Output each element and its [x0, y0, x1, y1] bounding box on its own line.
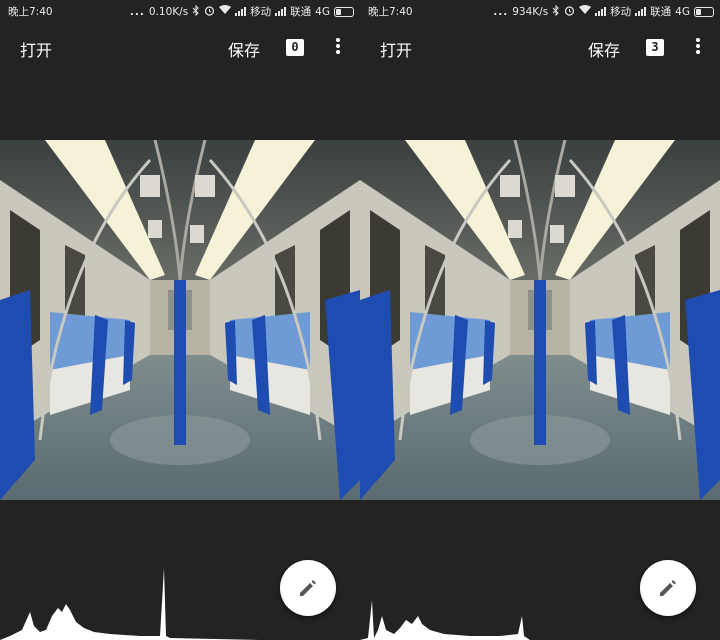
edit-count-badge[interactable]: 0: [286, 39, 304, 56]
status-time: 晚上7:40: [368, 6, 413, 18]
open-button[interactable]: 打开: [20, 37, 52, 61]
more-vert-icon[interactable]: [690, 38, 706, 58]
edit-fab-button[interactable]: [280, 560, 336, 616]
right-screen: 晚上7:40 ... 934K/s 移动 联通 4G 打开 保存 3: [360, 0, 720, 640]
signal-icon: [595, 7, 607, 16]
alarm-icon: [204, 5, 215, 19]
toolbar: 打开 保存 0: [0, 30, 360, 66]
photo-preview[interactable]: [360, 140, 720, 500]
carrier-1: 移动: [610, 6, 632, 18]
alarm-icon: [564, 5, 575, 19]
network-type: 4G: [315, 5, 330, 18]
edit-count-badge[interactable]: 3: [646, 39, 664, 56]
carrier-2: 联通: [290, 6, 312, 18]
carrier-1: 移动: [250, 6, 272, 18]
network-speed: 0.10K/s: [148, 5, 189, 18]
bluetooth-icon: [552, 4, 560, 19]
notification-dots: ...: [493, 5, 509, 18]
histogram: [360, 600, 620, 640]
status-bar: 晚上7:40 ... 934K/s 移动 联通 4G: [360, 0, 720, 22]
notification-dots: ...: [129, 5, 145, 18]
save-button[interactable]: 保存: [228, 37, 260, 61]
wifi-icon: [219, 5, 232, 18]
histogram: [0, 568, 260, 640]
bluetooth-icon: [192, 4, 200, 19]
status-time: 晚上7:40: [8, 6, 53, 18]
edit-fab-button[interactable]: [640, 560, 696, 616]
battery-icon: [694, 6, 714, 17]
photo-preview[interactable]: [0, 140, 360, 500]
pencil-icon: [660, 580, 676, 596]
more-vert-icon[interactable]: [330, 38, 346, 58]
status-indicators: ... 0.10K/s 移动 联通 4G: [130, 4, 354, 19]
status-indicators: ... 934K/s 移动 联通 4G: [493, 4, 714, 19]
battery-icon: [334, 6, 354, 17]
network-type: 4G: [675, 5, 690, 18]
status-bar: 晚上7:40 ... 0.10K/s 移动 联通 4G: [0, 0, 360, 22]
wifi-icon: [579, 5, 592, 18]
signal-icon: [235, 7, 247, 16]
signal-icon: [635, 7, 647, 16]
carrier-2: 联通: [650, 6, 672, 18]
save-button[interactable]: 保存: [588, 37, 620, 61]
left-screen: 晚上7:40 ... 0.10K/s 移动 联通 4G 打开 保存 0: [0, 0, 360, 640]
signal-icon: [275, 7, 287, 16]
network-speed: 934K/s: [512, 5, 549, 18]
open-button[interactable]: 打开: [380, 37, 412, 61]
pencil-icon: [300, 580, 316, 596]
toolbar: 打开 保存 3: [360, 30, 720, 66]
